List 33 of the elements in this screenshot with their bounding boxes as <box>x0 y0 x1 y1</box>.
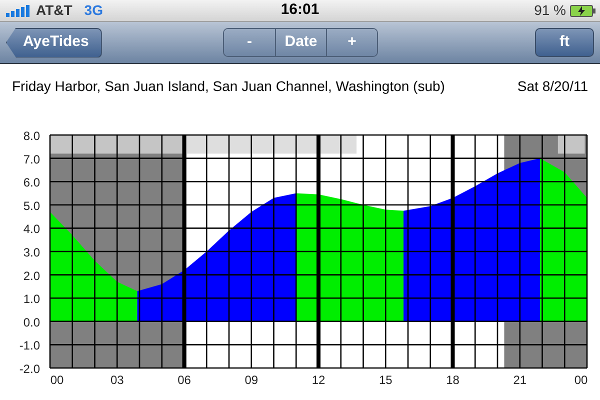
clock: 16:01 <box>280 0 320 20</box>
carrier-name: AT&T <box>36 1 72 20</box>
date-segment[interactable]: Date <box>275 29 326 56</box>
battery-percent: 91 % <box>534 1 566 20</box>
x-axis-label: 21 <box>513 373 527 387</box>
x-axis-label: 15 <box>378 373 392 387</box>
y-axis-label: -2.0 <box>19 362 40 376</box>
y-axis-label: 8.0 <box>23 129 40 143</box>
x-axis-label: 00 <box>50 373 64 387</box>
x-axis-label: 00 <box>574 373 588 387</box>
unit-button[interactable]: ft <box>535 28 594 57</box>
x-axis-label: 18 <box>446 373 460 387</box>
y-axis-label: -1.0 <box>19 338 40 353</box>
previous-day-segment[interactable]: - <box>224 29 275 56</box>
x-axis-label: 12 <box>312 373 326 387</box>
y-axis-label: 3.0 <box>23 246 40 260</box>
location-title: Friday Harbor, San Juan Island, San Juan Channel, Washington (sub) <box>12 76 445 96</box>
y-axis-label: 7.0 <box>23 152 40 166</box>
network-type: 3G <box>84 1 103 20</box>
x-axis-label: 06 <box>178 373 191 387</box>
y-axis-label: 6.0 <box>23 176 40 190</box>
y-axis-label: 0.0 <box>23 315 40 330</box>
y-axis-label: 1.0 <box>23 292 40 306</box>
back-button[interactable]: AyeTides <box>6 28 102 58</box>
y-axis-label: 4.0 <box>23 222 40 236</box>
date-label: Sat 8/20/11 <box>517 76 588 96</box>
battery-charging-icon <box>570 4 596 16</box>
y-axis-label: 2.0 <box>23 268 40 283</box>
x-axis-label: 03 <box>110 373 124 387</box>
x-axis-label: 09 <box>244 373 258 387</box>
signal-icon <box>6 4 32 16</box>
next-day-segment[interactable]: + <box>326 29 377 56</box>
y-axis-label: 5.0 <box>23 198 40 213</box>
